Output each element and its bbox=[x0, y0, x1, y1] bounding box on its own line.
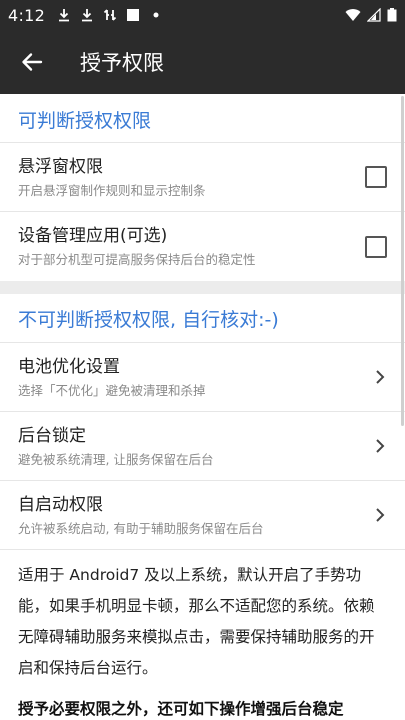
chevron-right-icon bbox=[376, 508, 385, 522]
section-header-determinable: 可判断授权权限 bbox=[18, 109, 152, 132]
row-label: 自启动权限 bbox=[18, 494, 103, 515]
square-icon bbox=[127, 9, 140, 21]
row-label: 后台锁定 bbox=[18, 425, 86, 446]
app-bar: 授予权限 bbox=[0, 30, 405, 94]
wifi-icon bbox=[345, 9, 361, 21]
chevron-right-icon bbox=[376, 370, 385, 384]
chevron-right-icon bbox=[376, 439, 385, 453]
section-divider bbox=[0, 281, 405, 294]
row-description: 对于部分机型可提高服务保持后台的稳定性 bbox=[18, 252, 256, 267]
background-lock-row[interactable]: 后台锁定 避免被系统清理, 让服务保留在后台 bbox=[0, 412, 405, 481]
signal-icon bbox=[367, 8, 381, 22]
info-bold-note: 授予必要权限之外，还可如下操作增强后台稳定 bbox=[18, 700, 344, 718]
back-button[interactable] bbox=[0, 30, 64, 94]
download-icon bbox=[59, 9, 70, 22]
row-label: 电池优化设置 bbox=[18, 356, 120, 377]
battery-optimization-row[interactable]: 电池优化设置 选择「不优化」避免被清理和杀掉 bbox=[0, 343, 405, 412]
row-description: 允许被系统启动, 有助于辅助服务保留在后台 bbox=[18, 520, 264, 536]
overlay-permission-row[interactable]: 悬浮窗权限 开启悬浮窗制作规则和显示控制条 bbox=[0, 143, 405, 212]
battery-icon bbox=[387, 8, 397, 22]
status-bar: 4:12 bbox=[0, 0, 405, 30]
notification-icons bbox=[57, 8, 163, 22]
row-label: 设备管理应用(可选) bbox=[18, 226, 168, 246]
overlay-permission-checkbox[interactable] bbox=[365, 166, 387, 188]
device-admin-checkbox[interactable] bbox=[365, 235, 387, 258]
sync-icon bbox=[104, 9, 117, 21]
info-paragraph: 适用于 Android7 及以上系统，默认开启了手势功能，如果手机明显卡顿，那么… bbox=[18, 566, 375, 677]
dot-icon bbox=[153, 12, 159, 18]
row-description: 避免被系统清理, 让服务保留在后台 bbox=[18, 451, 214, 467]
arrow-back-icon bbox=[22, 53, 43, 71]
row-description: 开启悬浮窗制作规则和显示控制条 bbox=[18, 182, 206, 198]
autostart-permission-row[interactable]: 自启动权限 允许被系统启动, 有助于辅助服务保留在后台 bbox=[0, 481, 405, 550]
page-title: 授予权限 bbox=[80, 51, 164, 75]
status-time: 4:12 bbox=[8, 5, 46, 25]
device-admin-row[interactable]: 设备管理应用(可选) 对于部分机型可提高服务保持后台的稳定性 bbox=[0, 212, 405, 281]
row-label: 悬浮窗权限 bbox=[18, 156, 103, 177]
section-header-manual: 不可判断授权权限, 自行核对:-) bbox=[18, 308, 279, 331]
row-description: 选择「不优化」避免被清理和杀掉 bbox=[18, 382, 206, 398]
scrollbar[interactable] bbox=[401, 96, 404, 426]
system-icons bbox=[345, 8, 397, 22]
download-icon bbox=[82, 9, 93, 22]
